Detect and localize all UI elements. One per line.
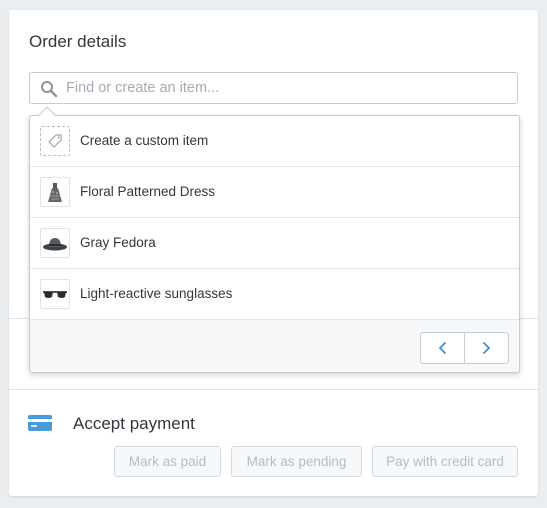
- page-title: Order details: [29, 32, 127, 51]
- chevron-left-icon: [439, 342, 446, 354]
- pagination: [420, 332, 509, 364]
- list-item-floral-dress[interactable]: Floral Patterned Dress: [30, 167, 519, 218]
- mark-as-pending-button[interactable]: Mark as pending: [231, 446, 362, 477]
- dropdown-footer: [30, 320, 519, 372]
- previous-page-button[interactable]: [421, 333, 465, 363]
- next-page-button[interactable]: [464, 333, 508, 363]
- pay-with-credit-card-button[interactable]: Pay with credit card: [372, 446, 518, 477]
- dress-thumbnail: [40, 177, 70, 207]
- search-icon: [41, 81, 58, 98]
- list-item-gray-fedora[interactable]: Gray Fedora: [30, 218, 519, 269]
- search-input[interactable]: [66, 73, 506, 103]
- sunglasses-thumbnail: [40, 279, 70, 309]
- chevron-right-icon: [483, 342, 490, 354]
- accept-payment-title: Accept payment: [73, 414, 195, 433]
- list-item-create-custom[interactable]: Create a custom item: [30, 116, 519, 167]
- item-label: Gray Fedora: [80, 235, 156, 250]
- item-label: Floral Patterned Dress: [80, 184, 216, 199]
- fedora-thumbnail: [40, 228, 70, 258]
- tag-icon: [40, 126, 70, 156]
- list-item-sunglasses[interactable]: Light-reactive sunglasses: [30, 269, 519, 320]
- divider: [9, 389, 538, 390]
- item-label: Create a custom item: [80, 133, 209, 148]
- item-dropdown: Create a custom item Floral Patterned Dr…: [29, 115, 520, 373]
- credit-card-icon: [28, 415, 52, 431]
- item-label: Light-reactive sunglasses: [80, 286, 233, 301]
- search-field[interactable]: [29, 72, 518, 104]
- mark-as-paid-button[interactable]: Mark as paid: [114, 446, 221, 477]
